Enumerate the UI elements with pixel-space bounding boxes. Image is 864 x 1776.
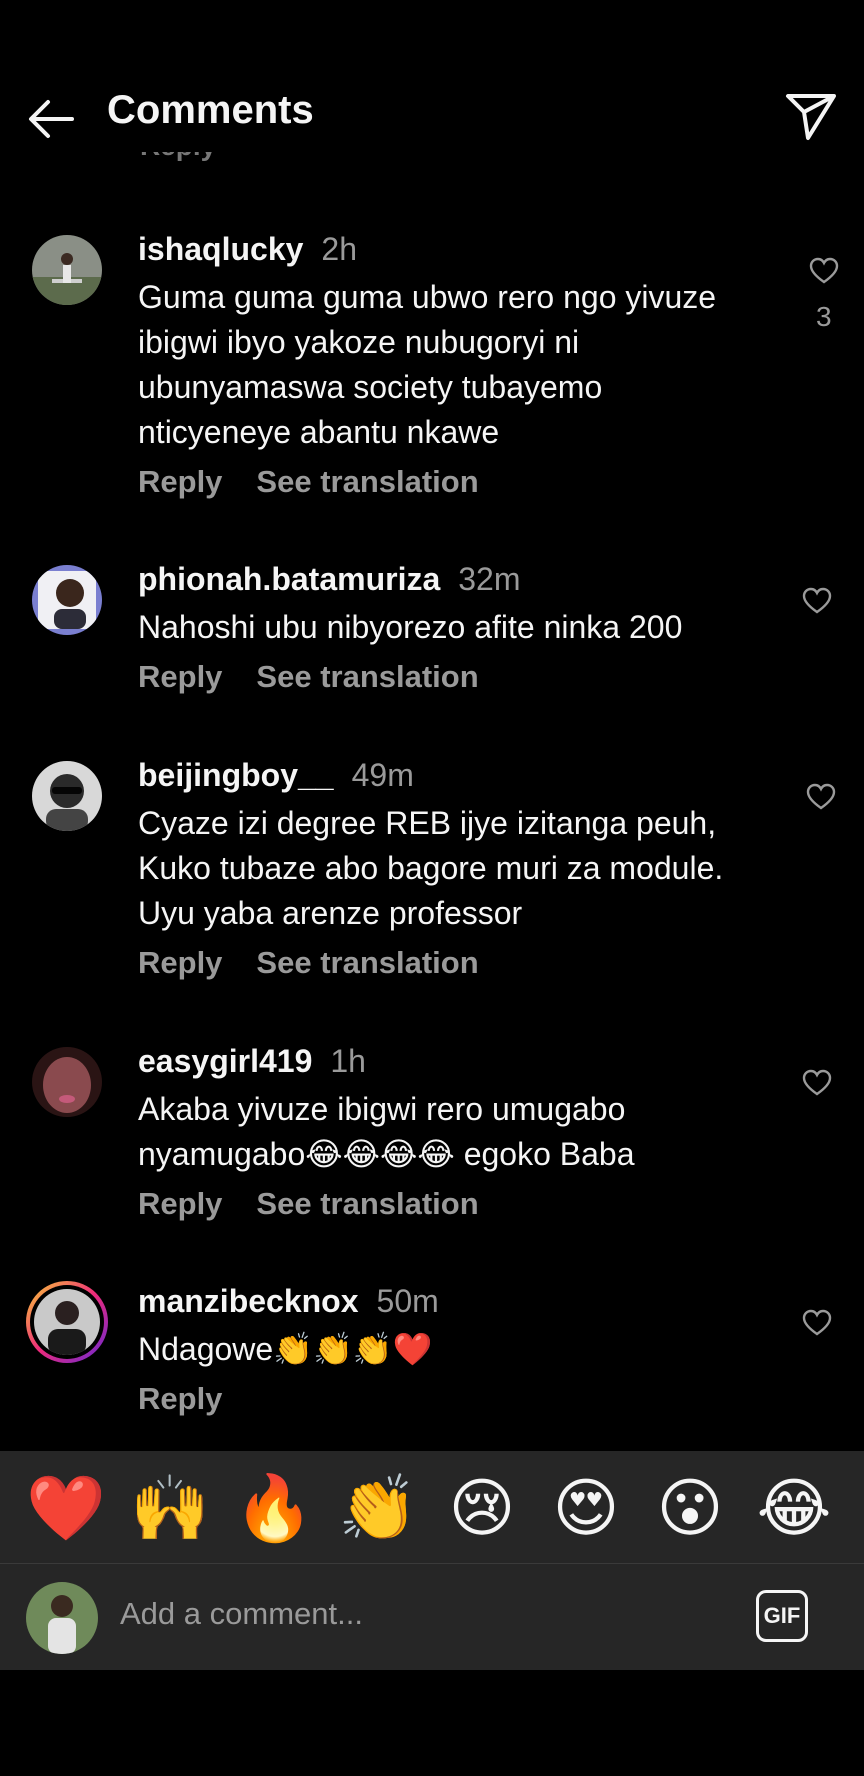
see-translation-button[interactable]: See translation [256, 464, 478, 499]
avatar-image [34, 1289, 100, 1355]
timestamp: 50m [376, 1283, 439, 1319]
emoji-tears-of-joy[interactable]: 😂 [754, 1473, 834, 1543]
emoji-surprised-face[interactable]: 😮 [650, 1473, 730, 1543]
reply-button[interactable]: Reply [138, 1381, 222, 1416]
comment-meta: phionah.batamuriza 32m [138, 561, 521, 598]
comment-text: Guma guma guma ubwo rero ngo yivuze ibig… [138, 279, 717, 450]
avatar-story-ring[interactable] [26, 1281, 108, 1363]
comment-text: Akaba yivuze ibigwi rero umugabo nyamuga… [138, 1091, 635, 1172]
comment-text: Nahoshi ubu nibyorezo afite ninka 200 [138, 609, 683, 645]
comment-meta: beijingboy__ 49m [138, 757, 414, 794]
heart-icon[interactable] [809, 257, 839, 285]
comment-item: manzibecknox 50m Ndagowe👏👏👏❤️ Reply [0, 1281, 864, 1437]
emoji-clapping-hands[interactable]: 👏 [338, 1473, 418, 1543]
avatar-image [32, 235, 102, 305]
like-count: 3 [816, 301, 832, 332]
heart-icon[interactable] [802, 1309, 832, 1337]
emoji-raising-hands[interactable]: 🙌 [130, 1473, 210, 1543]
heart-icon[interactable] [802, 1069, 832, 1097]
comment-actions: Reply See translation [138, 464, 479, 500]
comment-meta: easygirl419 1h [138, 1043, 366, 1080]
page-title: Comments [107, 88, 314, 132]
gif-button[interactable]: GIF [756, 1590, 808, 1642]
see-translation-button[interactable]: See translation [256, 659, 478, 694]
comment-input[interactable]: Add a comment... [120, 1596, 363, 1632]
back-arrow-icon[interactable] [24, 92, 78, 146]
emoji-heart-eyes[interactable]: 😍 [546, 1473, 626, 1543]
comment-text: Cyaze izi degree REB ijye izitanga peuh,… [138, 805, 724, 931]
my-avatar [26, 1582, 98, 1654]
avatar[interactable] [32, 1047, 102, 1117]
timestamp: 1h [330, 1043, 366, 1079]
avatar-image [32, 565, 102, 635]
comment-item: beijingboy__ 49m Cyaze izi degree REB ijy… [0, 757, 864, 1001]
comment-text: Ndagowe👏👏👏❤️ [138, 1331, 433, 1367]
comment-actions: Reply See translation [138, 1186, 479, 1222]
avatar-image [32, 761, 102, 831]
comment-meta: manzibecknox 50m [138, 1283, 439, 1320]
username[interactable]: easygirl419 [138, 1043, 312, 1079]
comment-item: phionah.batamuriza 32m Nahoshi ubu nibyor… [0, 561, 864, 715]
reply-button[interactable]: Reply [138, 464, 222, 499]
avatar[interactable] [32, 235, 102, 305]
timestamp: 32m [458, 561, 521, 597]
comment-meta: ishaqlucky 2h [138, 231, 357, 268]
avatar-image [32, 1047, 102, 1117]
emoji-crying-face[interactable]: 😢 [442, 1473, 522, 1543]
emoji-heart[interactable]: ❤️ [26, 1473, 106, 1543]
comment-item: easygirl419 1h Akaba yivuze ibigwi rero u… [0, 1043, 864, 1247]
heart-icon[interactable] [802, 587, 832, 615]
comment-actions: Reply See translation [138, 659, 479, 695]
avatar[interactable] [32, 565, 102, 635]
reply-button[interactable]: Reply [138, 945, 222, 980]
username[interactable]: beijingboy__ [138, 757, 334, 793]
previous-reply-fragment: Reply [140, 152, 220, 166]
see-translation-button[interactable]: See translation [256, 945, 478, 980]
comment-item: ishaqlucky 2h Guma guma guma ubwo rero ng… [0, 231, 864, 505]
avatar-image [26, 1582, 98, 1654]
username[interactable]: phionah.batamuriza [138, 561, 440, 597]
emoji-quick-bar: ❤️ 🙌 🔥 👏 😢 😍 😮 😂 [0, 1451, 864, 1564]
heart-icon[interactable] [806, 783, 836, 811]
avatar[interactable] [32, 761, 102, 831]
timestamp: 2h [321, 231, 357, 267]
header: Comments [0, 62, 864, 167]
reply-button[interactable]: Reply [138, 1186, 222, 1221]
timestamp: 49m [351, 757, 414, 793]
reply-button[interactable]: Reply [138, 659, 222, 694]
comment-composer: Add a comment... GIF [0, 1564, 864, 1670]
username[interactable]: manzibecknox [138, 1283, 359, 1319]
comment-actions: Reply See translation [138, 945, 479, 981]
comment-actions: Reply [138, 1381, 222, 1417]
emoji-fire[interactable]: 🔥 [234, 1473, 314, 1543]
see-translation-button[interactable]: See translation [256, 1186, 478, 1221]
share-send-icon[interactable] [784, 90, 838, 144]
avatar [34, 1289, 100, 1355]
username[interactable]: ishaqlucky [138, 231, 303, 267]
